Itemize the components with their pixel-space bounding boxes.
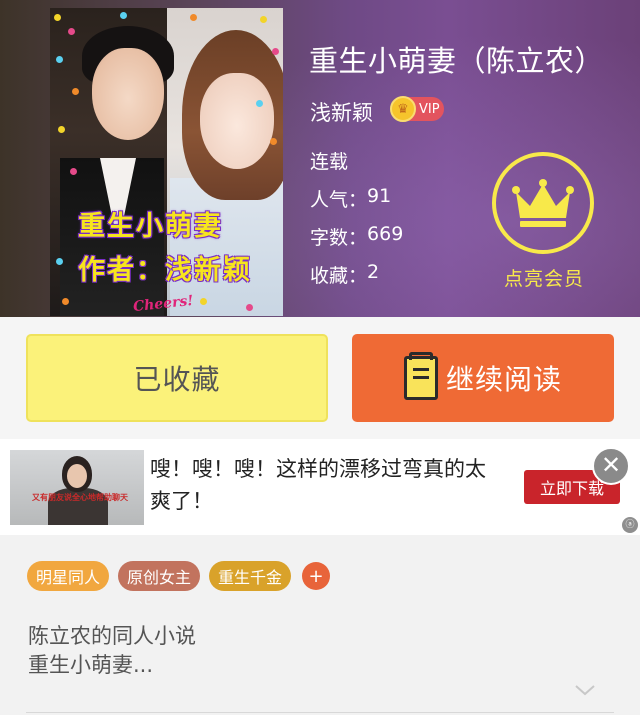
- stat-label: 收藏：: [310, 265, 368, 287]
- stat-favorites: 收藏： 2: [310, 261, 379, 288]
- confetti-dot: [70, 168, 77, 175]
- confetti-dot: [190, 14, 197, 21]
- cover-figure-face-2: [200, 73, 274, 169]
- confetti-dot: [72, 88, 79, 95]
- book-status: 连载: [310, 151, 349, 173]
- tag-item[interactable]: 明星同人: [27, 561, 110, 591]
- summary-line: 陈立农的同人小说: [28, 624, 196, 648]
- summary-line: 重生小萌妻...: [28, 653, 154, 677]
- crown-icon: ♛: [390, 96, 416, 122]
- collected-button-label: 已收藏: [133, 363, 221, 396]
- close-icon[interactable]: ✕: [592, 447, 630, 485]
- tag-item[interactable]: 原创女主: [118, 561, 201, 591]
- book-cover[interactable]: 重生小萌妻 作者：浅新颖 Cheers!: [50, 8, 283, 316]
- author-name[interactable]: 浅新颖: [310, 97, 373, 127]
- book-title: 重生小萌妻（陈立农）: [309, 44, 605, 78]
- member-label[interactable]: 点亮会员: [493, 264, 595, 291]
- continue-reading-label: 继续阅读: [445, 363, 562, 396]
- confetti-dot: [62, 298, 69, 305]
- stat-value: 2: [367, 261, 380, 283]
- confetti-dot: [58, 126, 65, 133]
- ad-thumbnail[interactable]: 又有朋友说全心地帮助聊天: [10, 450, 144, 525]
- confetti-dot: [56, 56, 63, 63]
- stat-label: 人气：: [310, 189, 368, 211]
- crown-icon: [512, 179, 574, 227]
- confetti-dot: [246, 304, 253, 311]
- cover-author: 作者：浅新颖: [78, 255, 252, 286]
- cover-figure-face: [92, 48, 164, 140]
- divider: [26, 712, 614, 713]
- ad-thumbnail-caption: 又有朋友说全心地帮助聊天: [32, 493, 128, 502]
- cover-title: 重生小萌妻: [78, 211, 223, 242]
- ad-mark-icon: ⓐ: [622, 517, 638, 533]
- tag-list: 明星同人 原创女主 重生千金 +: [27, 561, 331, 591]
- confetti-dot: [270, 138, 277, 145]
- stat-label: 字数：: [310, 227, 368, 249]
- ad-thumbnail-face: [67, 464, 87, 488]
- confetti-dot: [56, 258, 63, 265]
- confetti-dot: [68, 28, 75, 35]
- confetti-dot: [256, 100, 263, 107]
- tag-item[interactable]: 重生千金: [209, 561, 292, 591]
- confetti-dot: [54, 14, 61, 21]
- stat-value: 91: [367, 185, 392, 207]
- confetti-dot: [272, 48, 279, 55]
- confetti-dot: [200, 298, 207, 305]
- chevron-down-icon[interactable]: [574, 683, 596, 697]
- stat-value: 669: [367, 223, 404, 245]
- book-summary: 陈立农的同人小说 重生小萌妻...: [28, 622, 196, 680]
- confetti-dot: [260, 16, 267, 23]
- confetti-dot: [120, 12, 127, 19]
- vip-badge: ♛ VIP: [390, 96, 444, 122]
- collected-button[interactable]: 已收藏: [26, 334, 328, 422]
- ad-banner[interactable]: 又有朋友说全心地帮助聊天 嗖！嗖！嗖！这样的漂移过弯真的太爽了！ 立即下载 ✕: [0, 439, 640, 535]
- add-tag-button[interactable]: +: [302, 562, 331, 590]
- ad-text[interactable]: 嗖！嗖！嗖！这样的漂移过弯真的太爽了！: [150, 453, 495, 517]
- book-icon: [403, 352, 438, 400]
- stat-popularity: 人气： 91: [310, 185, 391, 212]
- continue-reading-button[interactable]: 继续阅读: [352, 334, 614, 422]
- vip-badge-label: VIP: [419, 101, 440, 117]
- book-header: 重生小萌妻 作者：浅新颖 Cheers! 重生小萌妻（陈立农） 浅新颖 ♛ VI…: [0, 0, 640, 317]
- action-bar: 已收藏 继续阅读: [0, 317, 640, 439]
- stat-word-count: 字数： 669: [310, 223, 403, 250]
- member-button[interactable]: [492, 152, 594, 254]
